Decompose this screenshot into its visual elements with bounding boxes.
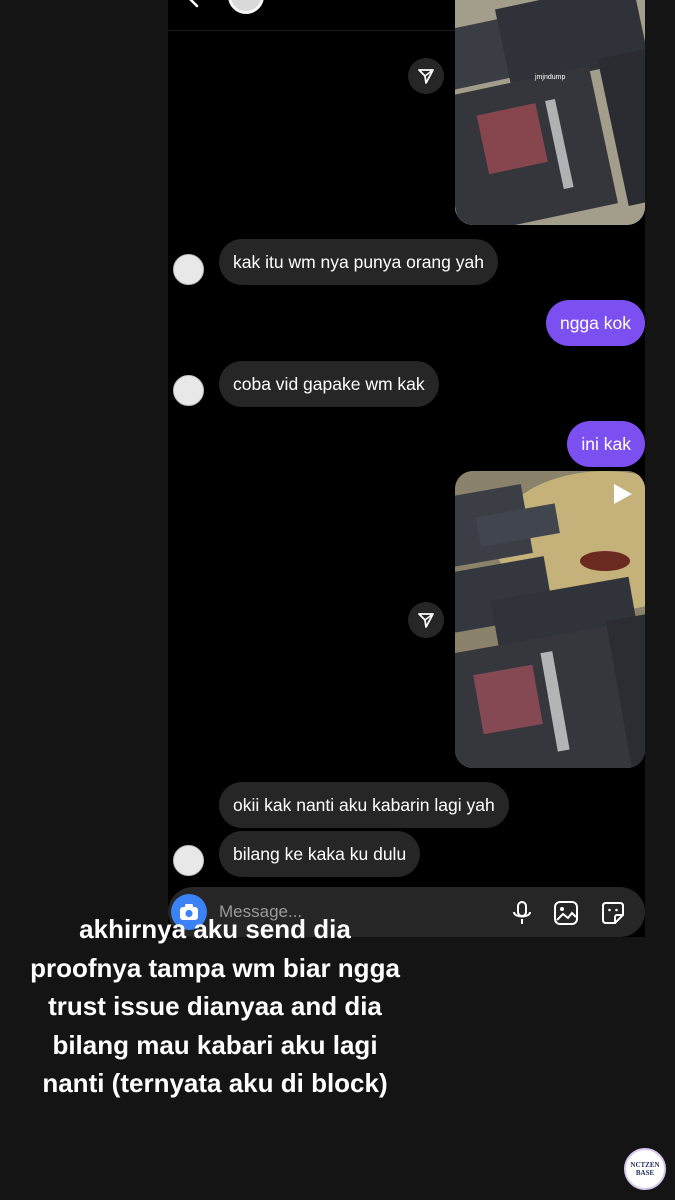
media-video[interactable] xyxy=(455,471,645,768)
share-icon[interactable] xyxy=(408,602,444,638)
microphone-icon[interactable] xyxy=(509,900,535,926)
media-watermark-text: jmjndump xyxy=(535,74,566,81)
sender-avatar[interactable] xyxy=(173,375,204,406)
message-bubble-incoming[interactable]: bilang ke kaka ku dulu xyxy=(219,831,421,877)
logo-line-1: NCTZEN xyxy=(630,1161,660,1169)
message-bubble-outgoing[interactable]: ini kak xyxy=(567,421,645,467)
share-icon[interactable] xyxy=(408,58,444,94)
play-icon[interactable] xyxy=(609,481,635,507)
media-image-1[interactable]: jmjndump xyxy=(455,0,645,225)
message-bubble-outgoing[interactable]: ngga kok xyxy=(545,300,645,346)
contact-avatar[interactable] xyxy=(228,0,264,14)
gallery-icon[interactable] xyxy=(553,900,579,926)
nctzen-base-logo: NCTZEN BASE xyxy=(624,1148,666,1190)
chat-screen: jmjndump kak itu wm nya punya orang yah … xyxy=(168,0,645,937)
sender-avatar[interactable] xyxy=(173,254,204,285)
logo-line-2: BASE xyxy=(635,1169,655,1177)
message-bubble-incoming[interactable]: coba vid gapake wm kak xyxy=(219,361,439,407)
message-bubble-incoming[interactable]: kak itu wm nya punya orang yah xyxy=(219,239,498,285)
sender-avatar[interactable] xyxy=(173,845,204,876)
story-caption: akhirnya aku send dia proofnya tampa wm … xyxy=(30,914,400,1098)
back-arrow-icon[interactable] xyxy=(184,0,202,8)
sticker-icon[interactable] xyxy=(600,900,626,926)
message-bubble-incoming[interactable]: okii kak nanti aku kabarin lagi yah xyxy=(219,782,509,828)
